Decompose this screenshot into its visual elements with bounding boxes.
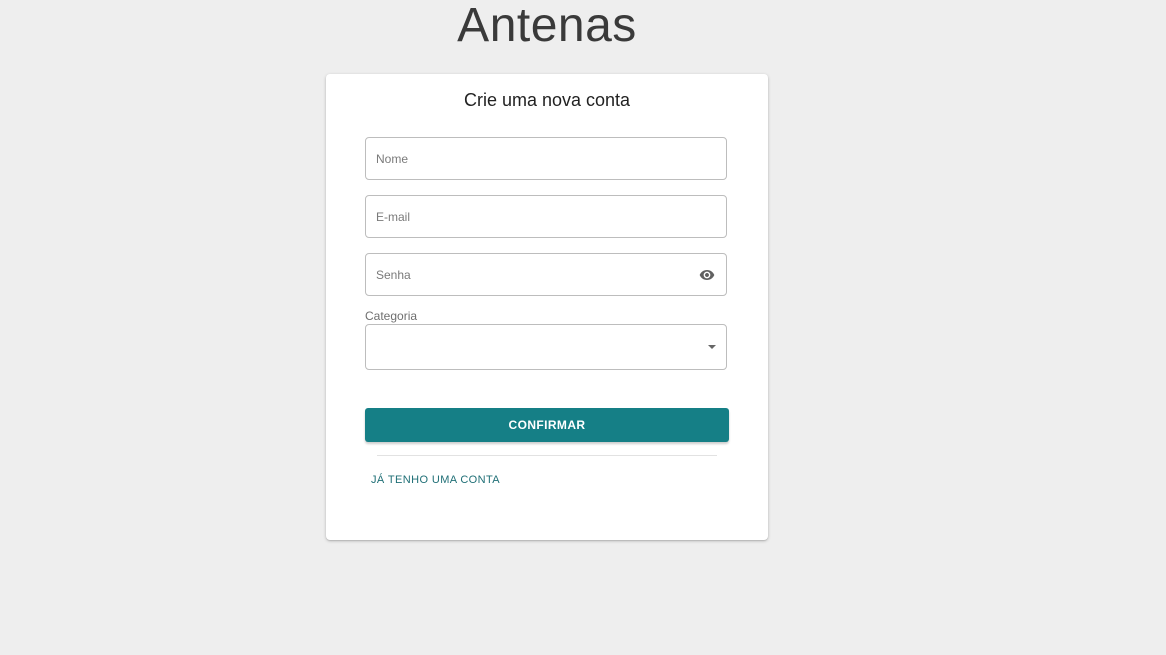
nome-field[interactable] xyxy=(365,137,727,180)
signup-card: Crie uma nova conta Categoria CONFIRMAR … xyxy=(326,74,768,540)
email-field[interactable] xyxy=(365,195,727,238)
categoria-label: Categoria xyxy=(365,309,418,323)
nome-input[interactable] xyxy=(376,138,686,179)
senha-field[interactable] xyxy=(365,253,727,296)
already-have-account-link[interactable]: JÁ TENHO UMA CONTA xyxy=(371,473,500,487)
confirm-button[interactable]: CONFIRMAR xyxy=(365,408,729,442)
app-title: Antenas xyxy=(457,0,637,52)
divider xyxy=(377,455,717,456)
senha-input[interactable] xyxy=(376,254,686,295)
caret-down-icon[interactable] xyxy=(708,345,716,349)
categoria-select[interactable] xyxy=(365,324,727,370)
form-title: Crie uma nova conta xyxy=(463,90,631,110)
eye-icon[interactable] xyxy=(698,267,716,283)
email-input[interactable] xyxy=(376,196,686,237)
